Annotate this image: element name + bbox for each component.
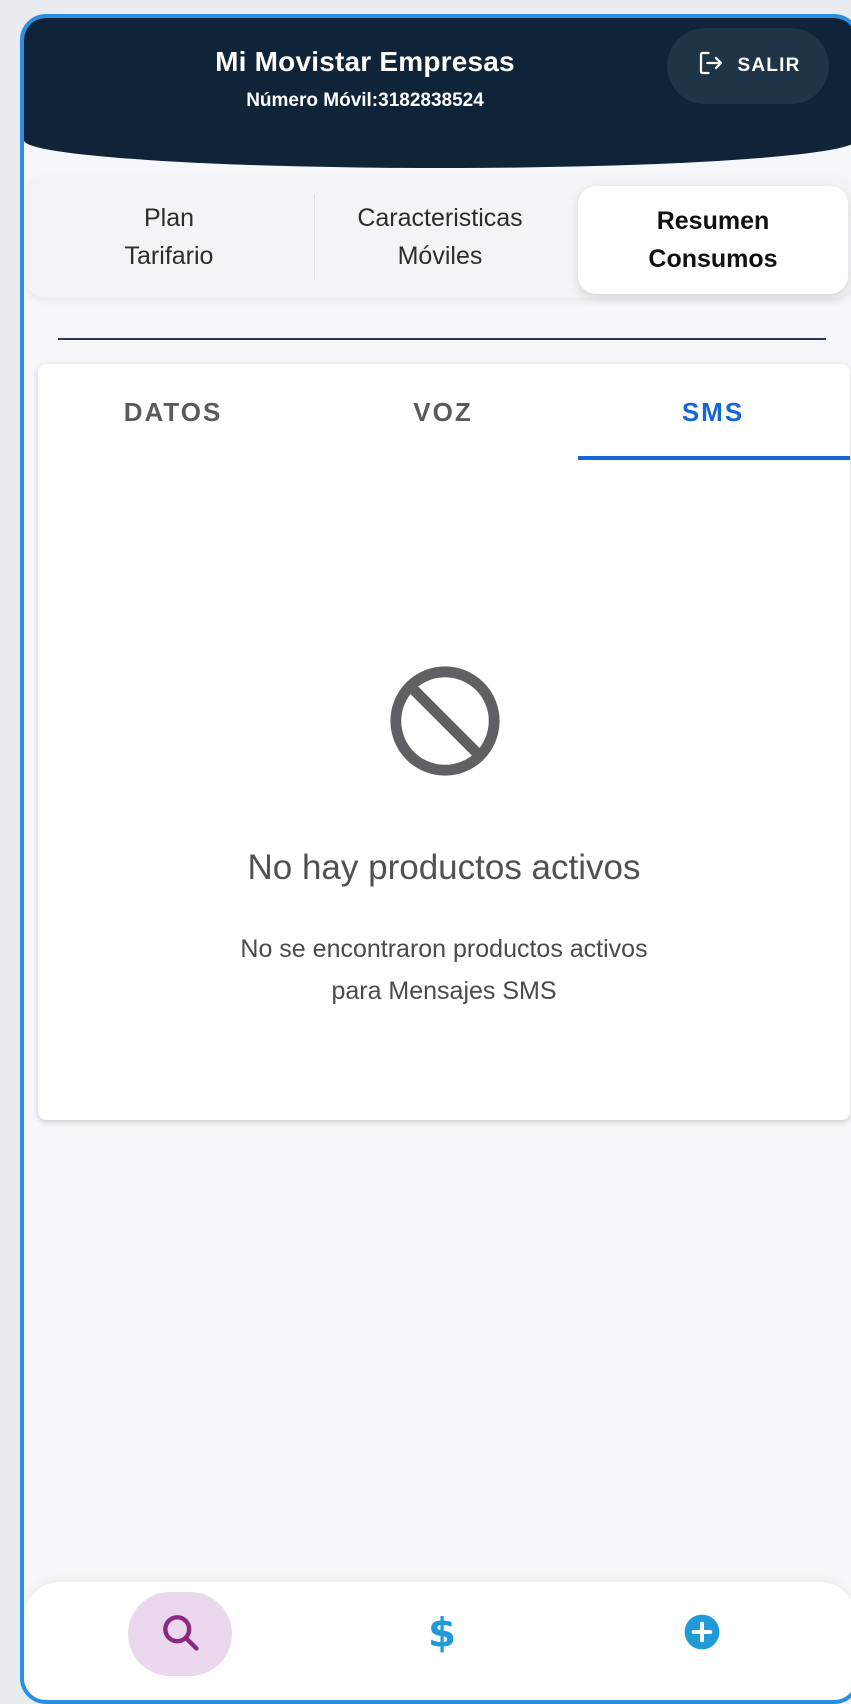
- active-tab-indicator: [578, 456, 850, 460]
- logout-button[interactable]: SALIR: [667, 28, 829, 104]
- consumption-tabs: DATOS VOZ SMS: [38, 364, 850, 460]
- tab-voz[interactable]: VOZ: [308, 364, 578, 460]
- tab-datos[interactable]: DATOS: [38, 364, 308, 460]
- app-header: Mi Movistar Empresas Número Móvil:318283…: [24, 18, 851, 168]
- dollar-icon: $: [420, 1609, 464, 1659]
- tab-sms[interactable]: SMS: [578, 364, 848, 460]
- mobile-number: Número Móvil:3182838524: [246, 90, 484, 111]
- bottom-navigation: $: [24, 1582, 851, 1700]
- nav-billing[interactable]: $: [390, 1592, 494, 1676]
- logout-icon: [696, 48, 726, 84]
- tab-plan-tarifario[interactable]: Plan Tarifario: [24, 176, 314, 298]
- search-icon: [158, 1610, 202, 1659]
- block-icon: [386, 662, 504, 780]
- app-title: Mi Movistar Empresas: [215, 46, 515, 77]
- nav-add[interactable]: [650, 1592, 754, 1676]
- logout-label: SALIR: [737, 55, 801, 76]
- tab-resumen-consumos[interactable]: Resumen Consumos: [578, 186, 848, 294]
- empty-state-description: No se encontraron productos activos para…: [240, 935, 648, 1005]
- nav-search[interactable]: [128, 1592, 232, 1676]
- svg-text:$: $: [428, 1610, 456, 1654]
- add-circle-icon: [680, 1610, 724, 1659]
- segment-tabs: Plan Tarifario Caracteristicas Móviles R…: [24, 176, 851, 298]
- empty-state-title: No hay productos activos: [247, 848, 641, 887]
- tab-caracteristicas-moviles[interactable]: Caracteristicas Móviles: [314, 176, 566, 298]
- section-divider: [58, 338, 826, 340]
- app-frame: Mi Movistar Empresas Número Móvil:318283…: [20, 14, 851, 1704]
- consumption-card: DATOS VOZ SMS No hay productos activos N…: [38, 364, 850, 1120]
